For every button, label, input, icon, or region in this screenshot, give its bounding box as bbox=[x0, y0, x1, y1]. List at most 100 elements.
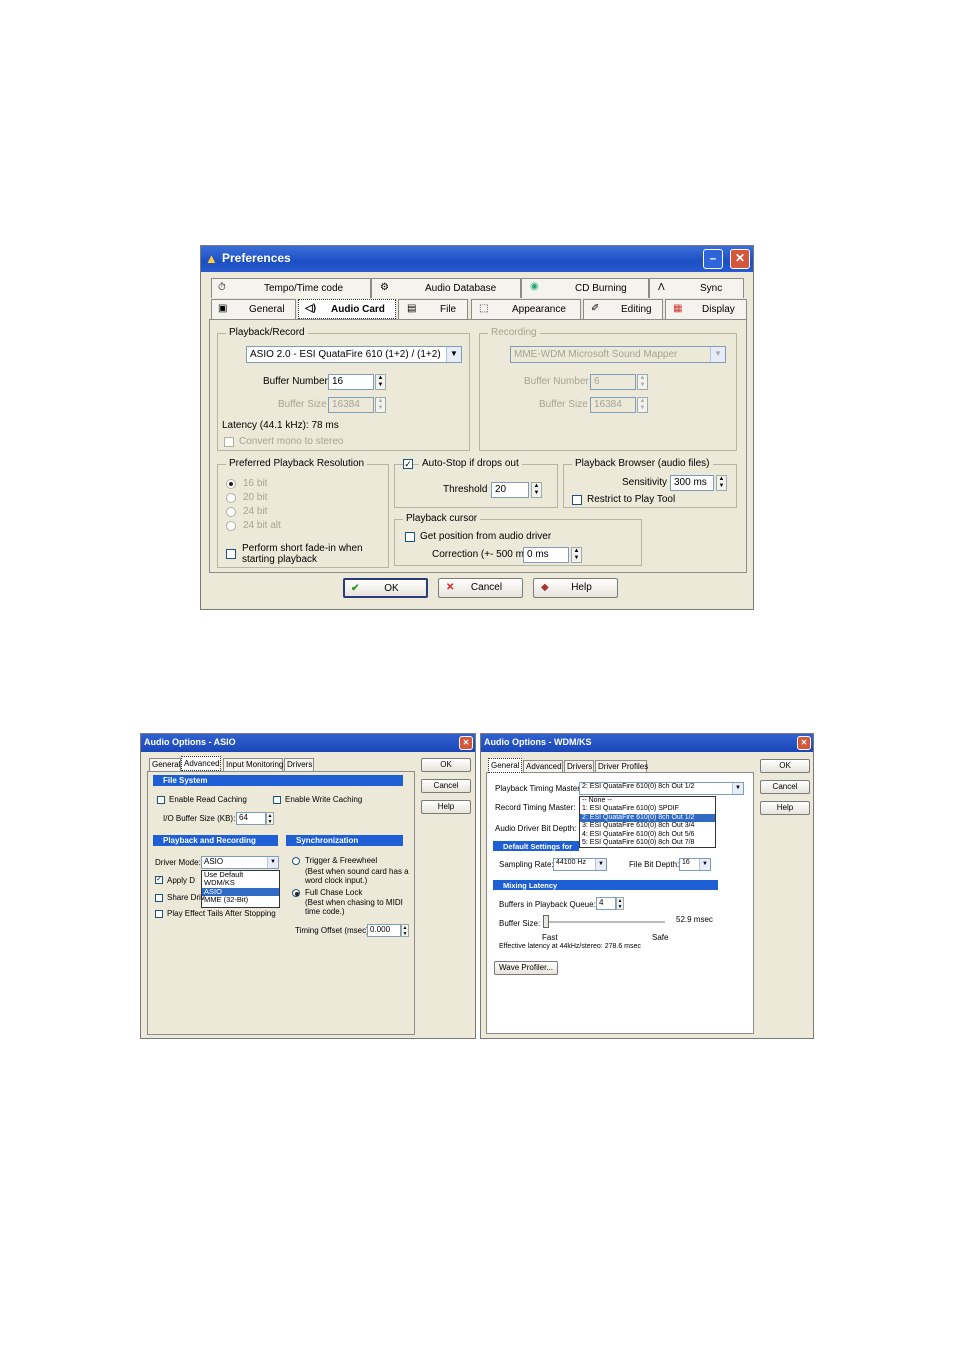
fade-in-label: Perform short fade-in when starting play… bbox=[242, 543, 363, 565]
ok-button[interactable]: OK bbox=[760, 759, 810, 773]
full-chase-radio[interactable] bbox=[292, 889, 300, 897]
threshold-spinner[interactable]: ▲ ▼ bbox=[531, 482, 542, 498]
playback-master-select[interactable]: 2: ESI QuataFire 610(0) 8ch Out 1/2 ▼ bbox=[579, 782, 744, 795]
trigger-note: (Best when sound card has a word clock i… bbox=[305, 867, 409, 885]
tab-cd-burning[interactable]: ◉ CD Burning bbox=[521, 278, 649, 298]
asio-titlebar[interactable]: Audio Options - ASIO ✕ bbox=[141, 734, 475, 752]
tab-drivers[interactable]: Drivers bbox=[564, 760, 594, 772]
tab-driver-profiles[interactable]: Driver Profiles bbox=[595, 760, 648, 772]
minimize-button[interactable]: – bbox=[703, 249, 723, 269]
tab-audio-card[interactable]: ◁) Audio Card bbox=[298, 299, 396, 319]
tab-audio-database[interactable]: ⚙ Audio Database bbox=[371, 278, 521, 298]
window-title: Audio Options - WDM/KS bbox=[484, 737, 592, 747]
trigger-radio[interactable] bbox=[292, 857, 300, 865]
file-bit-depth-select[interactable]: 16 ▼ bbox=[679, 858, 711, 871]
enable-write-checkbox[interactable] bbox=[273, 796, 281, 804]
list-item[interactable]: 1: ESI QuataFire 610(0) SPDIF bbox=[580, 805, 715, 813]
buffer-number-spinner[interactable]: ▲ ▼ bbox=[375, 374, 386, 390]
rec-buffer-number-spinner: ▲ ▼ bbox=[637, 374, 648, 390]
tab-general[interactable]: General bbox=[149, 758, 181, 771]
timing-master-list[interactable]: -- None -- 1: ESI QuataFire 610(0) SPDIF… bbox=[579, 796, 716, 848]
list-item-selected[interactable]: 2: ESI QuataFire 610(0) 8ch Out 1/2 bbox=[580, 813, 715, 823]
restrict-checkbox[interactable] bbox=[572, 495, 582, 505]
rec-buffer-size-input: 16384 bbox=[590, 397, 636, 413]
driver-mode-label: Driver Mode: bbox=[155, 858, 201, 867]
playback-recording-bar: Playback and Recording bbox=[153, 835, 278, 846]
share-drivers-checkbox[interactable] bbox=[155, 894, 163, 902]
sensitivity-input[interactable]: 300 ms bbox=[670, 475, 714, 491]
tab-file[interactable]: ▤ File bbox=[398, 299, 468, 319]
cancel-button[interactable]: Cancel bbox=[760, 780, 810, 794]
list-item[interactable]: MME (32-Bit) bbox=[202, 895, 279, 904]
share-drivers-label: Share Driv bbox=[167, 893, 205, 902]
sampling-rate-select[interactable]: 44100 Hz ▼ bbox=[553, 858, 607, 871]
restrict-label: Restrict to Play Tool bbox=[587, 494, 676, 505]
chevron-down-icon: ▼ bbox=[710, 347, 725, 362]
auto-stop-checkbox[interactable]: ✓ bbox=[403, 459, 413, 469]
help-button[interactable]: Help bbox=[760, 801, 810, 815]
buffer-size-spinner: ▲ ▼ bbox=[375, 397, 386, 413]
correction-input[interactable]: 0 ms bbox=[523, 547, 569, 563]
fade-in-checkbox[interactable] bbox=[226, 549, 236, 559]
driver-mode-select[interactable]: ASIO ▼ bbox=[201, 856, 279, 869]
driver-mode-list[interactable]: Use Default WDM/KS ASIO MME (32-Bit) bbox=[201, 870, 280, 908]
buffer-size-slider-thumb[interactable] bbox=[543, 915, 549, 928]
list-item[interactable]: 3: ESI QuataFire 610(0) 8ch Out 3/4 bbox=[580, 822, 715, 830]
list-item[interactable]: 5: ESI QuataFire 610(0) 8ch Out 7/8 bbox=[580, 839, 715, 847]
cancel-button[interactable]: Cancel bbox=[421, 779, 471, 793]
correction-spinner[interactable]: ▲ ▼ bbox=[571, 547, 582, 563]
io-buffer-spinner[interactable]: ▲ ▼ bbox=[266, 812, 274, 825]
close-button[interactable]: ✕ bbox=[730, 249, 750, 269]
apply-dither-checkbox[interactable]: ✓ bbox=[155, 876, 163, 884]
tab-sync[interactable]: Λ Sync bbox=[649, 278, 744, 298]
tab-advanced[interactable]: Advanced bbox=[181, 756, 221, 771]
ok-button[interactable]: ✔ OK bbox=[343, 578, 428, 598]
synchronization-bar: Synchronization bbox=[286, 835, 403, 846]
close-button[interactable]: ✕ bbox=[459, 736, 473, 750]
buffer-size-slider-track[interactable] bbox=[543, 921, 665, 924]
timing-offset-spinner[interactable]: ▲ ▼ bbox=[401, 924, 409, 937]
wdm-titlebar[interactable]: Audio Options - WDM/KS ✕ bbox=[481, 734, 813, 752]
list-item[interactable]: -- None -- bbox=[580, 797, 715, 805]
playback-browser-group: Playback Browser (audio files) Sensitivi… bbox=[563, 458, 737, 508]
playback-master-label: Playback Timing Master: bbox=[495, 784, 583, 793]
radio-24-bit-alt bbox=[226, 521, 236, 531]
radio-label: 16 bit bbox=[243, 478, 268, 489]
threshold-input[interactable]: 20 bbox=[491, 482, 529, 498]
preferences-titlebar[interactable]: ▲ Preferences – ✕ bbox=[201, 246, 753, 272]
tab-advanced[interactable]: Advanced bbox=[523, 760, 563, 772]
wave-profiler-button[interactable]: Wave Profiler... bbox=[494, 961, 558, 975]
timing-offset-input[interactable]: 0.000 bbox=[367, 924, 401, 937]
enable-read-checkbox[interactable] bbox=[157, 796, 165, 804]
buffers-spinner[interactable]: ▲ ▼ bbox=[616, 897, 624, 910]
tab-general[interactable]: ▣ General bbox=[211, 299, 296, 319]
trigger-label: Trigger & Freewheel bbox=[305, 856, 378, 865]
tab-general[interactable]: General bbox=[488, 758, 522, 773]
editing-icon: ✐ bbox=[591, 303, 600, 314]
io-buffer-input[interactable]: 64 bbox=[236, 812, 266, 825]
ok-button[interactable]: OK bbox=[421, 758, 471, 772]
get-position-checkbox[interactable] bbox=[405, 532, 415, 542]
sensitivity-spinner[interactable]: ▲ ▼ bbox=[716, 475, 727, 491]
close-button[interactable]: ✕ bbox=[797, 736, 811, 750]
help-button[interactable]: ◆ Help bbox=[533, 578, 618, 598]
check-icon: ✔ bbox=[351, 583, 360, 594]
tab-display[interactable]: ▦ Display bbox=[665, 299, 747, 319]
tab-appearance[interactable]: ⬚ Appearance bbox=[471, 299, 581, 319]
help-book-icon: ◆ bbox=[541, 582, 549, 593]
safe-label: Safe bbox=[652, 933, 669, 942]
help-button[interactable]: Help bbox=[421, 800, 471, 814]
playback-device-select[interactable]: ASIO 2.0 - ESI QuataFire 610 (1+2) / (1+… bbox=[246, 346, 462, 363]
buffers-input[interactable]: 4 bbox=[596, 897, 616, 910]
chevron-down-icon: ▼ bbox=[267, 857, 278, 868]
tab-tempo-timecode[interactable]: ⏱ Tempo/Time code bbox=[211, 278, 371, 298]
threshold-label: Threshold bbox=[443, 484, 488, 495]
buffer-number-input[interactable]: 16 bbox=[328, 374, 374, 390]
cancel-button[interactable]: ✕ Cancel bbox=[438, 578, 523, 598]
tab-drivers[interactable]: Drivers bbox=[284, 758, 314, 771]
tab-input-monitoring[interactable]: Input Monitoring bbox=[223, 758, 283, 771]
play-effect-tails-checkbox[interactable] bbox=[155, 910, 163, 918]
list-item[interactable]: 4: ESI QuataFire 610(0) 8ch Out 5/6 bbox=[580, 831, 715, 839]
group-label: Playback Browser (audio files) bbox=[572, 458, 713, 469]
tab-editing[interactable]: ✐ Editing bbox=[583, 299, 663, 319]
